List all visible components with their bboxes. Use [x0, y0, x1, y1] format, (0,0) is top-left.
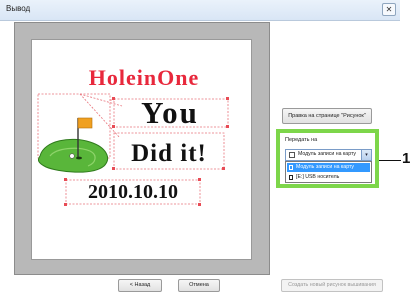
canvas-text-you: You: [141, 95, 199, 130]
callout-number: 1: [402, 150, 411, 167]
chevron-down-icon[interactable]: ▾: [361, 150, 371, 160]
card-writer-icon: [289, 152, 295, 158]
dropdown-option-usb[interactable]: [E:] USB носитель: [287, 173, 370, 182]
dropdown-option-label: Модуль записи на карту: [296, 164, 354, 170]
export-destination-label: Передать на: [285, 137, 318, 143]
close-button[interactable]: ✕: [382, 3, 396, 16]
output-dialog: Вывод ✕ HoleinOne You Did it! 2010.10.10…: [0, 0, 400, 292]
callout-line: [379, 160, 401, 161]
create-new-embroidery-button[interactable]: Создать новый рисунок вышивания: [281, 279, 383, 292]
back-button[interactable]: < Назад: [118, 279, 162, 292]
dropdown-option-card-writer[interactable]: Модуль записи на карту: [287, 163, 370, 172]
canvas-text-date: 2010.10.10: [88, 181, 178, 203]
canvas-text-holeinone: HoleinOne: [89, 65, 199, 90]
window-title: Вывод: [6, 4, 31, 13]
embroidery-preview-canvas: HoleinOne You Did it! 2010.10.10: [31, 39, 252, 260]
dropdown-option-label: [E:] USB носитель: [296, 174, 340, 180]
card-writer-icon: [289, 165, 293, 170]
golf-flag-green-icon: [37, 117, 108, 173]
dropdown-selected-value: Модуль записи на карту: [298, 151, 356, 157]
edit-on-drawing-page-button[interactable]: Правка на странице "Рисунок": [282, 108, 372, 124]
dropdown-options-list: Модуль записи на карту [E:] USB носитель: [285, 161, 372, 183]
title-bar: Вывод ✕: [0, 0, 400, 21]
export-destination-panel: Передать на Модуль записи на карту ▾ Мод…: [276, 129, 379, 188]
export-destination-dropdown[interactable]: Модуль записи на карту ▾: [285, 149, 372, 161]
canvas-text-did-it: Did it!: [131, 140, 207, 167]
cancel-button[interactable]: Отмена: [178, 279, 220, 292]
usb-drive-icon: [289, 175, 293, 180]
